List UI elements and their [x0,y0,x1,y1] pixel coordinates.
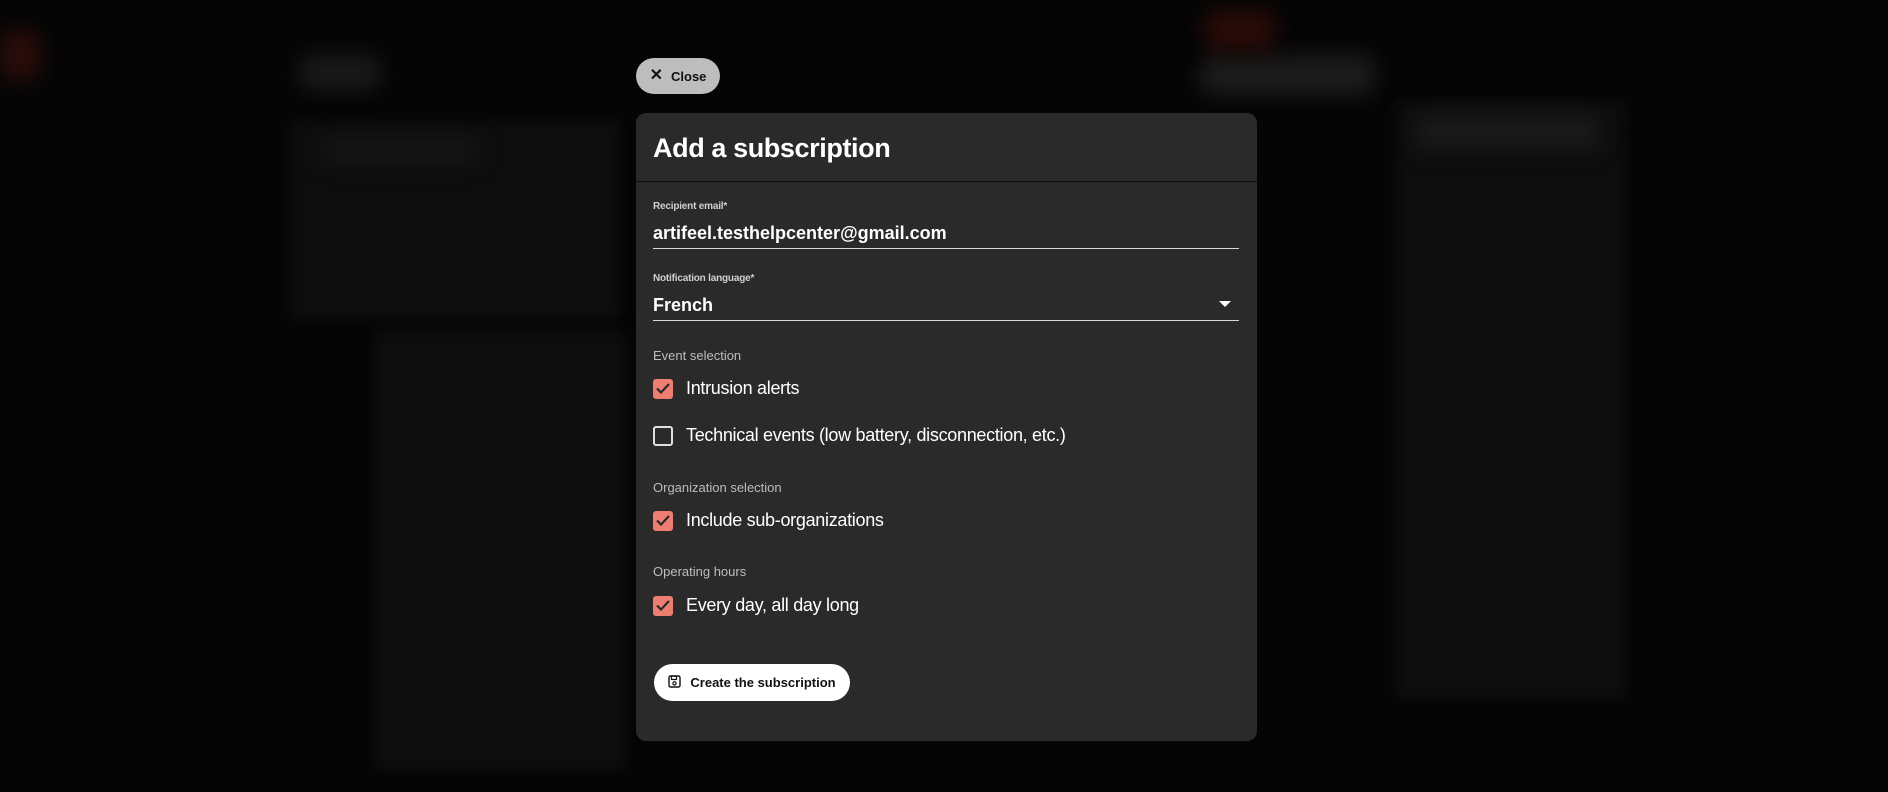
organization-selection-label: Organization selection [653,480,782,495]
include-sub-organizations-label: Include sub-organizations [686,510,884,530]
every-day-all-day-label: Every day, all day long [686,595,859,615]
background-blob [1200,55,1375,95]
notification-language-select[interactable]: Notification language* French [653,273,1239,321]
operating-hours-label: Operating hours [653,564,747,579]
event-selection-label: Event selection [653,348,742,363]
checkbox-checked-icon[interactable] [653,510,673,531]
background-blob [1415,115,1600,150]
background-blob [0,30,40,80]
background-panel [1395,100,1625,700]
technical-events-checkbox[interactable]: Technical events (low battery, disconnec… [653,425,1066,446]
every-day-all-day-checkbox[interactable]: Every day, all day long [653,595,859,616]
close-label: Close [671,68,707,84]
background-blob [320,138,480,163]
create-subscription-label: Create the subscription [690,675,836,690]
background-blob [300,55,380,90]
checkbox-checked-icon[interactable] [653,378,673,399]
recipient-email-field[interactable]: Recipient email* artifeel.testhelpcenter… [653,201,1239,249]
language-select-value[interactable]: French [653,284,1239,321]
dialog-title: Add a subscription [653,133,891,163]
intrusion-alerts-checkbox[interactable]: Intrusion alerts [653,378,800,399]
recipient-email-label: Recipient email* [653,201,728,212]
background-panel [375,330,625,770]
dialog-header: Add a subscription [636,113,1257,182]
save-icon [668,674,682,691]
intrusion-alerts-label: Intrusion alerts [686,378,800,398]
background-blob [1205,10,1275,50]
language-selected-value: French [653,295,714,315]
recipient-email-input[interactable]: artifeel.testhelpcenter@gmail.com [653,212,1239,249]
close-button[interactable]: ✕ Close [636,58,720,94]
chevron-down-icon[interactable] [1219,301,1231,307]
include-sub-organizations-checkbox[interactable]: Include sub-organizations [653,510,884,531]
checkbox-unchecked-icon[interactable] [653,425,673,446]
notification-language-label: Notification language* [653,273,755,284]
close-icon: ✕ [649,67,663,84]
technical-events-label: Technical events (low battery, disconnec… [686,425,1066,445]
add-subscription-dialog: Add a subscription Recipient email* arti… [636,113,1257,741]
checkbox-checked-icon[interactable] [653,595,673,616]
create-subscription-button[interactable]: Create the subscription [654,664,850,701]
